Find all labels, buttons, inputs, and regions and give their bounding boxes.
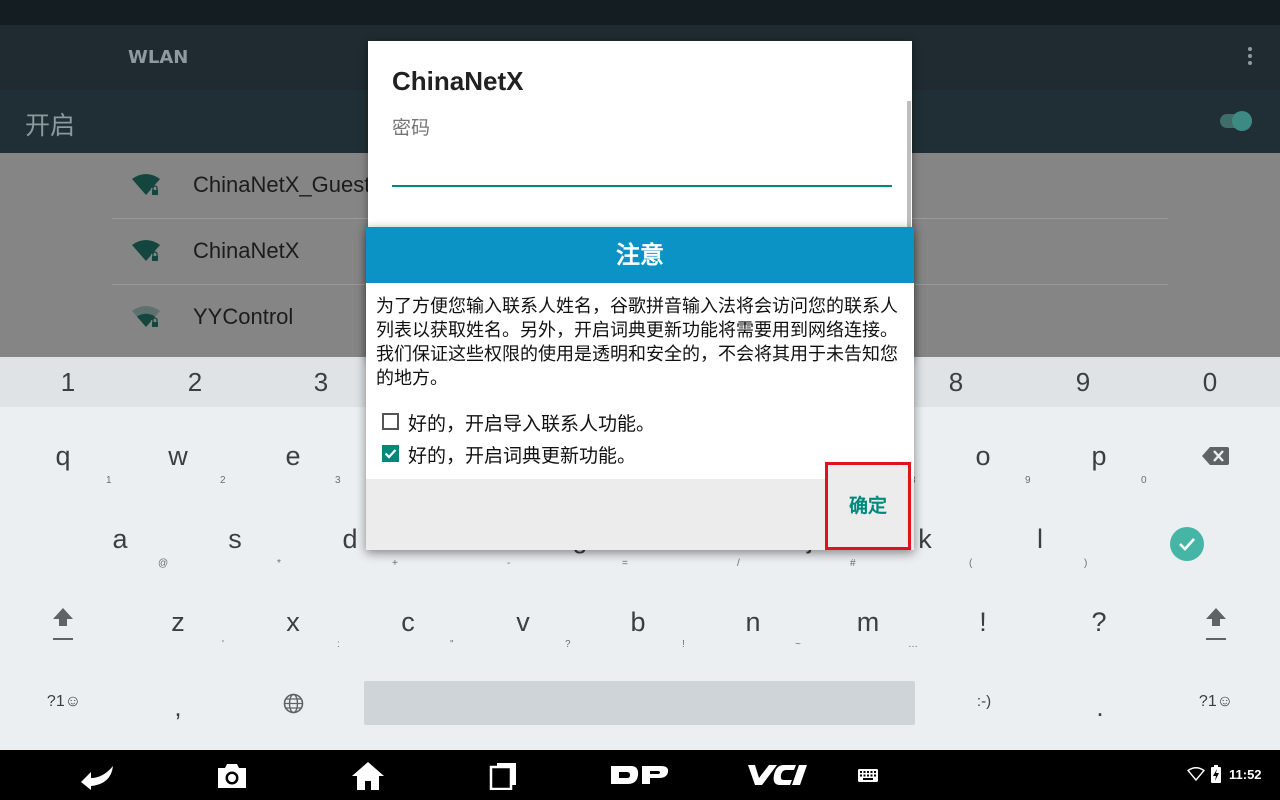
vci-logo-icon[interactable] xyxy=(744,763,808,787)
symbols-key-left[interactable]: ?1☺ xyxy=(36,693,92,711)
shift-right-icon[interactable] xyxy=(1204,606,1228,642)
key-1[interactable]: 1 xyxy=(48,367,88,398)
notice-body: 为了方便您输入联系人姓名，谷歌拼音输入法将会访问您的联系人列表以获取姓名。另外，… xyxy=(376,296,898,389)
key-3[interactable]: 3 xyxy=(301,367,341,398)
option-label: 好的，开启导入联系人功能。 xyxy=(408,413,656,435)
home-icon[interactable] xyxy=(351,761,385,791)
space-bar[interactable] xyxy=(364,681,915,725)
key-b[interactable]: b! xyxy=(618,607,684,650)
battery-charging-icon xyxy=(1211,765,1221,783)
key-l[interactable]: l) xyxy=(1020,524,1087,569)
key-2[interactable]: 2 xyxy=(175,367,215,398)
key-e[interactable]: e3 xyxy=(273,441,340,486)
symbols-key-right[interactable]: ?1☺ xyxy=(1188,693,1244,711)
clock: 11:52 xyxy=(1229,767,1262,782)
key-w[interactable]: w2 xyxy=(158,441,225,486)
wifi-locked-icon xyxy=(132,240,160,261)
wifi-weak-locked-icon xyxy=(132,306,160,327)
key-z[interactable]: z ' xyxy=(158,607,224,650)
option-label: 好的，开启词典更新功能。 xyxy=(408,445,637,467)
key-p[interactable]: p0 xyxy=(1079,441,1146,486)
key-v[interactable]: v? xyxy=(503,607,570,650)
navigation-bar: 11:52 xyxy=(0,750,1280,800)
smiley-key[interactable]: :-) xyxy=(964,693,1004,710)
key-9[interactable]: 9 xyxy=(1063,367,1103,398)
key-s[interactable]: s * xyxy=(215,524,281,569)
password-label: 密码 xyxy=(392,117,431,139)
dp-logo-icon[interactable] xyxy=(611,764,669,786)
key-d[interactable]: d + xyxy=(330,524,397,569)
check-icon xyxy=(384,449,397,459)
key-comma[interactable]: , xyxy=(158,692,198,723)
recent-apps-icon[interactable] xyxy=(489,762,519,790)
notice-title: 注意 xyxy=(366,227,914,283)
key-c[interactable]: c " xyxy=(388,607,453,650)
status-bar-top xyxy=(0,0,1280,25)
shift-left-icon[interactable] xyxy=(51,606,75,642)
key-question[interactable]: ? xyxy=(1079,607,1119,637)
password-input[interactable] xyxy=(392,151,892,187)
wifi-network-name: ChinaNetX xyxy=(193,238,300,263)
key-m[interactable]: m… xyxy=(848,607,918,650)
key-8[interactable]: 8 xyxy=(936,367,976,398)
key-o[interactable]: o9 xyxy=(963,441,1030,486)
key-period[interactable]: . xyxy=(1080,692,1120,723)
checkbox-unchecked[interactable] xyxy=(382,413,399,430)
key-a[interactable]: a @ xyxy=(100,524,168,569)
checkbox-checked[interactable] xyxy=(382,445,399,462)
key-x[interactable]: x: xyxy=(273,607,340,650)
globe-icon[interactable] xyxy=(283,693,304,714)
wifi-network-name: ChinaNetX_Guest xyxy=(193,172,371,197)
switch-label: 开启 xyxy=(25,111,76,140)
page-title: WLAN xyxy=(128,47,189,68)
wifi-network-name: YYControl xyxy=(193,304,294,329)
backspace-icon[interactable] xyxy=(1202,447,1229,465)
enter-check-icon[interactable] xyxy=(1170,527,1204,561)
overflow-menu-icon[interactable] xyxy=(1243,45,1257,69)
key-exclamation[interactable]: ! xyxy=(963,607,1003,637)
back-icon[interactable] xyxy=(79,762,117,790)
keyboard-toggle-icon[interactable] xyxy=(858,769,878,782)
notice-dialog: 注意 为了方便您输入联系人姓名，谷歌拼音输入法将会访问您的联系人列表以获取姓名。… xyxy=(366,227,914,550)
wifi-status-icon xyxy=(1187,767,1205,781)
camera-icon[interactable] xyxy=(215,762,249,790)
wifi-locked-icon xyxy=(132,174,160,195)
confirm-button[interactable]: 确定 xyxy=(825,462,911,550)
dialog-title: ChinaNetX xyxy=(392,66,524,96)
key-n[interactable]: n ~ xyxy=(733,607,800,650)
key-q[interactable]: q1 xyxy=(43,441,111,486)
key-0[interactable]: 0 xyxy=(1190,367,1230,398)
dialog-scrollbar[interactable] xyxy=(907,101,911,231)
wlan-toggle-thumb[interactable] xyxy=(1232,111,1252,131)
